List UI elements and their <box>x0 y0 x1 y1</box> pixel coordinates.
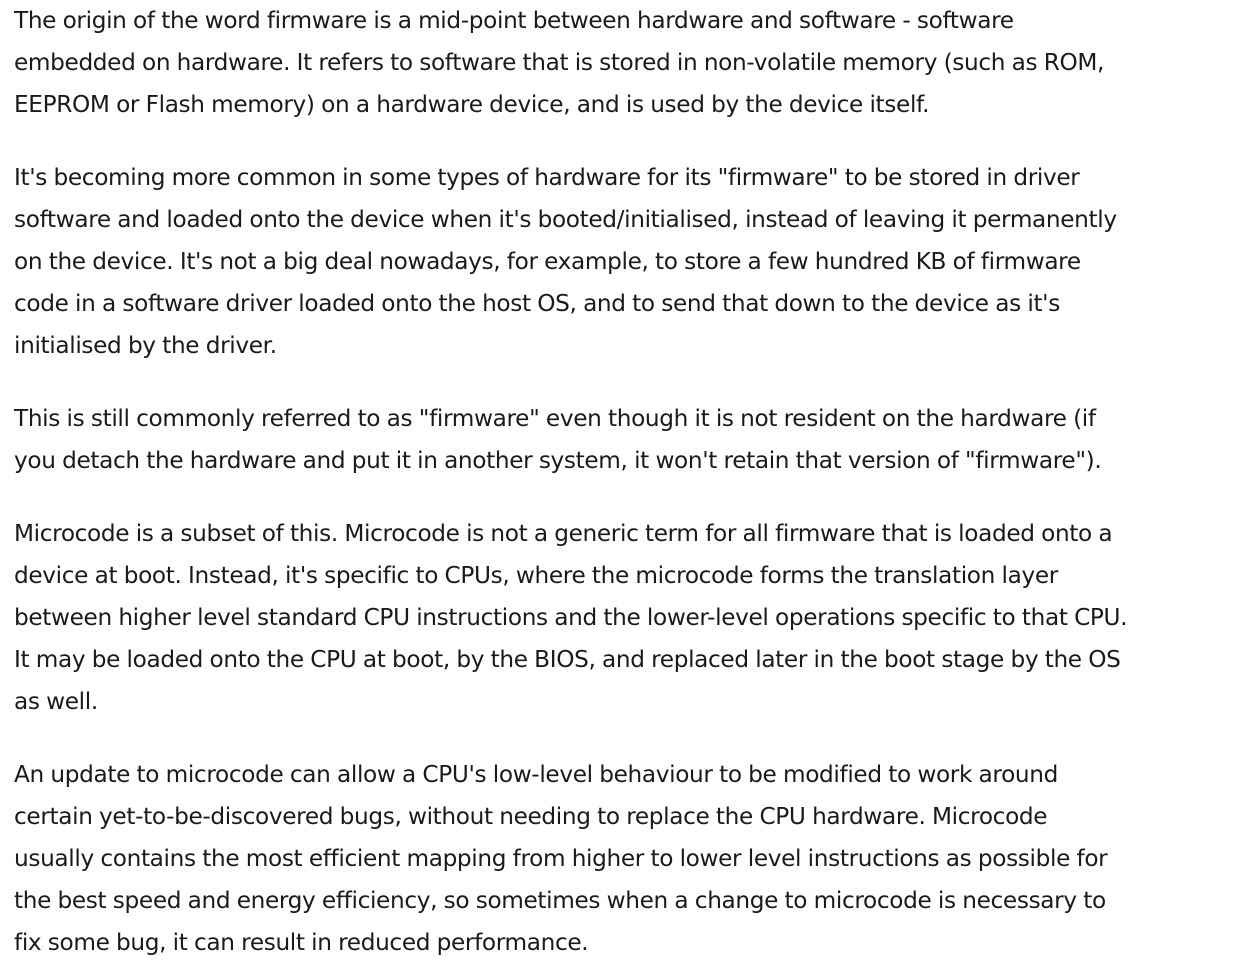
paragraph-firmware-origin: The origin of the word firmware is a mid… <box>14 0 1247 126</box>
text-line: device at boot. Instead, it's specific t… <box>14 562 1058 589</box>
text-line: you detach the hardware and put it in an… <box>14 447 1102 474</box>
text-line: It may be loaded onto the CPU at boot, b… <box>14 646 1121 673</box>
text-line: It's becoming more common in some types … <box>14 164 1080 191</box>
paragraph-microcode-definition: Microcode is a subset of this. Microcode… <box>14 513 1247 723</box>
text-line: This is still commonly referred to as "f… <box>14 405 1096 432</box>
paragraph-still-firmware: This is still commonly referred to as "f… <box>14 398 1247 482</box>
answer-body: The origin of the word firmware is a mid… <box>0 0 1247 966</box>
text-line: between higher level standard CPU instru… <box>14 604 1128 631</box>
text-line: embedded on hardware. It refers to softw… <box>14 49 1105 76</box>
text-line: EEPROM or Flash memory) on a hardware de… <box>14 91 930 118</box>
text-line: on the device. It's not a big deal nowad… <box>14 248 1081 275</box>
text-line: fix some bug, it can result in reduced p… <box>14 929 589 956</box>
text-line: the best speed and energy efficiency, so… <box>14 887 1106 914</box>
paragraph-driver-firmware: It's becoming more common in some types … <box>14 157 1247 367</box>
text-line: The origin of the word firmware is a mid… <box>14 7 1014 34</box>
text-line: software and loaded onto the device when… <box>14 206 1117 233</box>
text-line: Microcode is a subset of this. Microcode… <box>14 520 1113 547</box>
paragraph-microcode-update: An update to microcode can allow a CPU's… <box>14 754 1247 964</box>
text-line: code in a software driver loaded onto th… <box>14 290 1060 317</box>
text-line: usually contains the most efficient mapp… <box>14 845 1108 872</box>
text-line: certain yet-to-be-discovered bugs, witho… <box>14 803 1048 830</box>
text-line: as well. <box>14 688 98 715</box>
text-line: initialised by the driver. <box>14 332 277 359</box>
text-line: An update to microcode can allow a CPU's… <box>14 761 1058 788</box>
